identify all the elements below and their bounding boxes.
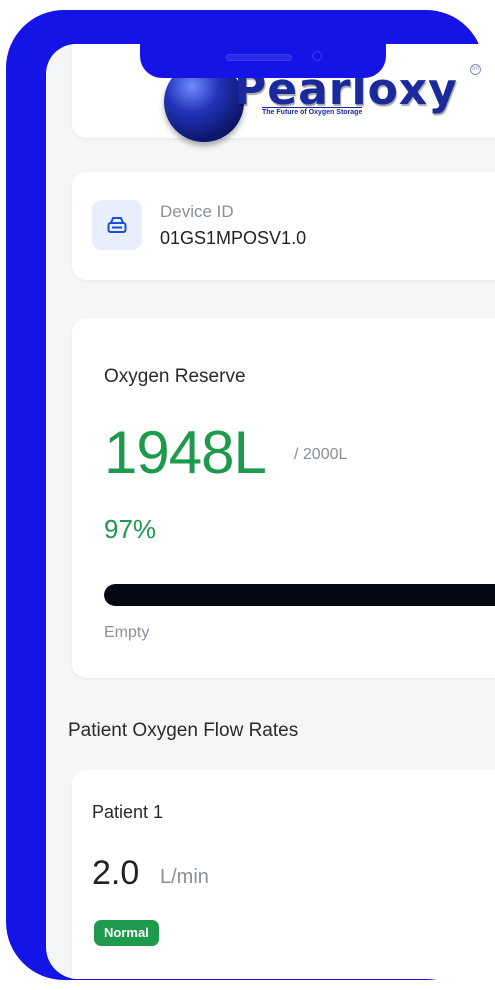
- oxygen-reserve-progress-bar: [104, 584, 495, 606]
- patient-flow-value: 2.0: [92, 854, 140, 892]
- oxygen-reserve-progress-fill: [104, 584, 495, 606]
- trademark-mark: tm: [470, 64, 481, 75]
- oxygen-reserve-amount: 1948L: [104, 419, 267, 486]
- patient-flow-unit: L/min: [160, 866, 209, 888]
- phone-frame: Pearloxy tm The Future of Oxygen Storage…: [6, 10, 495, 980]
- device-card: Device ID 01GS1MPOSV1.0: [72, 172, 495, 280]
- app-screen: Pearloxy tm The Future of Oxygen Storage…: [46, 44, 495, 979]
- oxygen-reserve-card: Oxygen Reserve 1948L / 2000L 97% Empty: [72, 318, 495, 678]
- patient-name: Patient 1: [92, 802, 164, 822]
- speaker-grille: [226, 54, 292, 61]
- brand-tagline: The Future of Oxygen Storage: [262, 107, 363, 116]
- device-id-value: 01GS1MPOSV1.0: [160, 228, 307, 248]
- oxygen-reserve-percent: 97%: [104, 514, 157, 544]
- hard-drive-icon: [92, 200, 142, 250]
- progress-empty-label: Empty: [104, 624, 150, 641]
- device-id-label: Device ID: [160, 202, 234, 221]
- status-badge: Normal: [94, 920, 159, 946]
- phone-notch: [140, 20, 386, 78]
- patient-card[interactable]: Patient 1 2.0 L/min Normal: [72, 770, 495, 979]
- front-camera: [312, 51, 322, 61]
- patient-flow-section-title: Patient Oxygen Flow Rates: [68, 720, 299, 741]
- oxygen-reserve-capacity: / 2000L: [294, 446, 348, 463]
- oxygen-reserve-title: Oxygen Reserve: [104, 366, 246, 387]
